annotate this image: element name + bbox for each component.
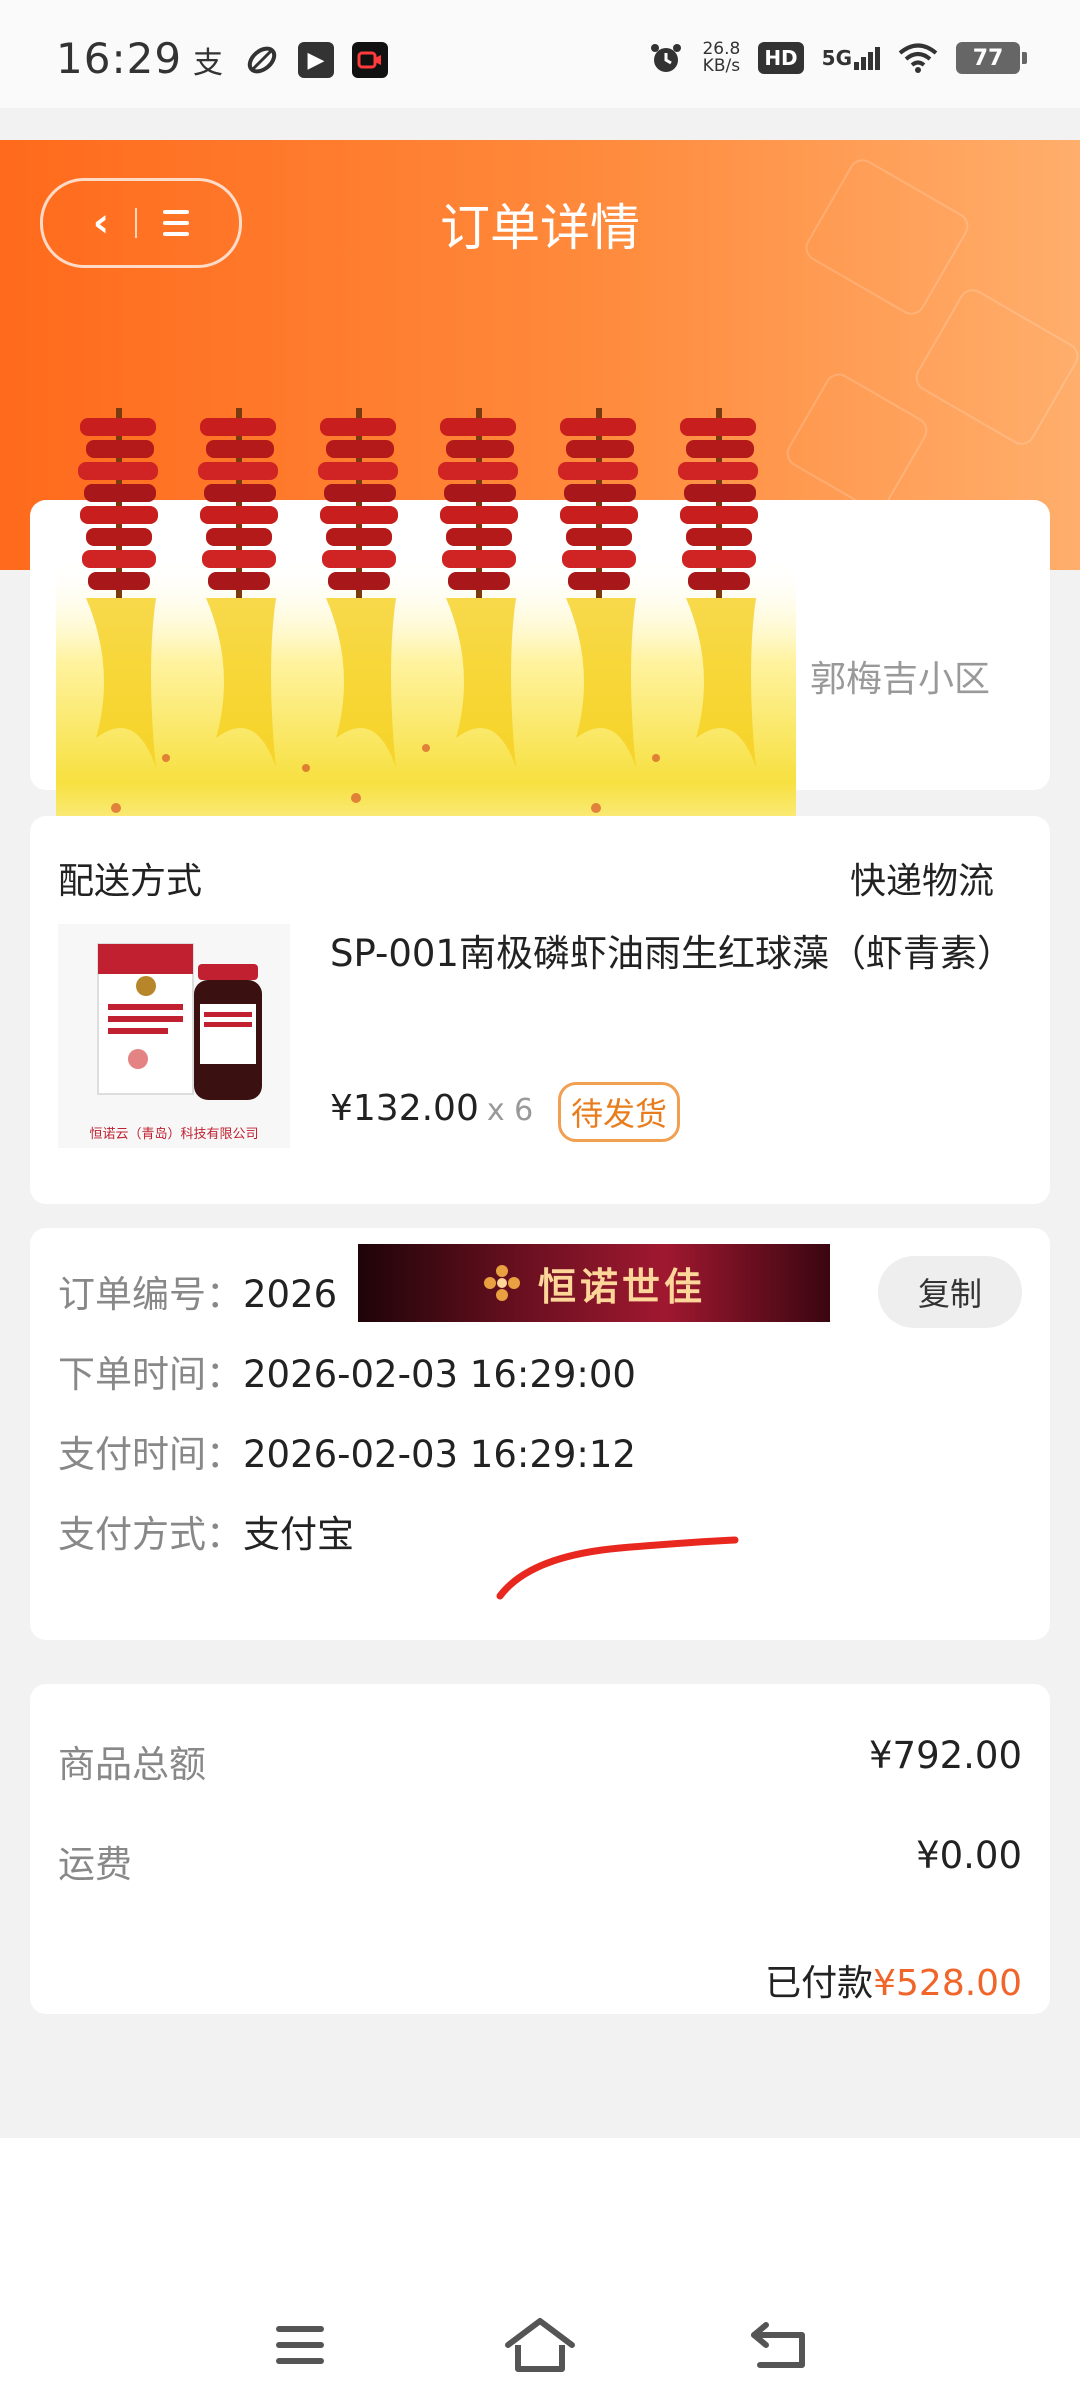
home-icon[interactable] [500, 2310, 580, 2380]
decor-hexagon [910, 284, 1080, 450]
shipping-label: 配送方式 [58, 861, 203, 902]
product-price-row: ¥132.00 x 6 [330, 1088, 533, 1129]
camera-icon [352, 42, 388, 78]
menu-icon[interactable] [260, 2310, 340, 2380]
network-type: 5G [821, 46, 852, 70]
firecracker-sticker [56, 408, 796, 878]
order-time-label: 下单时间： [58, 1353, 243, 1396]
pay-method-label: 支付方式： [58, 1513, 243, 1556]
order-no-label: 订单编号： [58, 1273, 243, 1316]
goods-total-label: 商品总额 [58, 1743, 206, 1786]
pay-method-row: 支付方式：支付宝 [58, 1504, 354, 1558]
paid-label: 已付款 [765, 1963, 874, 2004]
product-image[interactable]: 恒诺云（青岛）科技有限公司 [58, 924, 290, 1148]
product-price: ¥132.00 [330, 1088, 479, 1129]
product-qty: x 6 [486, 1093, 534, 1128]
order-no-value: 2026 [243, 1273, 338, 1316]
brand-banner-text: 恒诺世佳 [537, 1264, 706, 1309]
status-badge: 待发货 [558, 1082, 681, 1142]
goods-total-value: ¥792.00 [868, 1734, 1022, 1777]
leaf-icon [244, 42, 280, 78]
paid-row: 已付款¥528.00 [765, 1954, 1022, 2006]
decor-hexagon [781, 368, 933, 516]
pay-method-value: 支付宝 [243, 1513, 354, 1556]
shipping-value: 快递物流 [849, 861, 994, 902]
freight-row: 运费 ¥0.00 [58, 1834, 1022, 1888]
play-icon: ▶ [298, 42, 334, 78]
net-speed-unit: KB/s [702, 56, 741, 76]
battery-indicator: 77 [956, 42, 1027, 74]
system-status: 26.8 KB/s HD 5G 77 [648, 40, 1027, 76]
payment-summary-card: 商品总额 ¥792.00 运费 ¥0.00 已付款¥528.00 [30, 1684, 1050, 2014]
freight-label: 运费 [58, 1843, 132, 1886]
firecracker-image [56, 408, 796, 878]
order-detail-page: ‹ 订单详情 郭梅吉小区 配送方式 快递物流 恒诺云（青岛）科技有限公司 SP-… [0, 108, 1080, 2138]
pay-time-label: 支付时间： [58, 1433, 243, 1476]
brand-banner: 恒诺世佳 [358, 1244, 830, 1322]
notification-icons: 支 ▶ [190, 42, 388, 81]
product-name[interactable]: SP-001南极磷虾油雨生红球藻（虾青素） [330, 926, 1020, 982]
goods-total-row: 商品总额 ¥792.00 [58, 1734, 1022, 1788]
order-time-value: 2026-02-03 16:29:00 [243, 1353, 636, 1396]
net-speed: 26.8 KB/s [702, 41, 740, 75]
order-time-row: 下单时间：2026-02-03 16:29:00 [58, 1344, 636, 1398]
alarm-icon [651, 44, 682, 72]
pay-time-row: 支付时间：2026-02-03 16:29:12 [58, 1424, 636, 1478]
freight-value: ¥0.00 [916, 1834, 1022, 1877]
alipay-icon: 支 [193, 46, 223, 81]
address-text: 郭梅吉小区 [809, 659, 990, 700]
product-image-caption: 恒诺云（青岛）科技有限公司 [89, 1127, 259, 1142]
order-no-row: 订单编号：2026 [58, 1264, 337, 1318]
shipping-card: 配送方式 快递物流 恒诺云（青岛）科技有限公司 SP-001南极磷虾油雨生红球藻… [30, 816, 1050, 1204]
back-icon[interactable] [740, 2310, 820, 2380]
wifi-icon [898, 43, 938, 73]
hd-badge: HD [758, 42, 804, 74]
brand-logo-icon [483, 1265, 520, 1301]
signal-icon: 5G [822, 46, 880, 70]
status-time: 16:29 [56, 34, 183, 83]
pay-time-value: 2026-02-03 16:29:12 [243, 1433, 636, 1476]
status-bar: 16:29 支 ▶ 26.8 KB/s HD 5G 77 [0, 0, 1080, 108]
page-title: 订单详情 [440, 199, 640, 257]
red-underline-mark [496, 1536, 739, 1600]
paid-amount: ¥528.00 [873, 1963, 1022, 2004]
copy-button[interactable]: 复制 [878, 1256, 1022, 1328]
system-nav-bar [0, 2138, 1080, 2408]
